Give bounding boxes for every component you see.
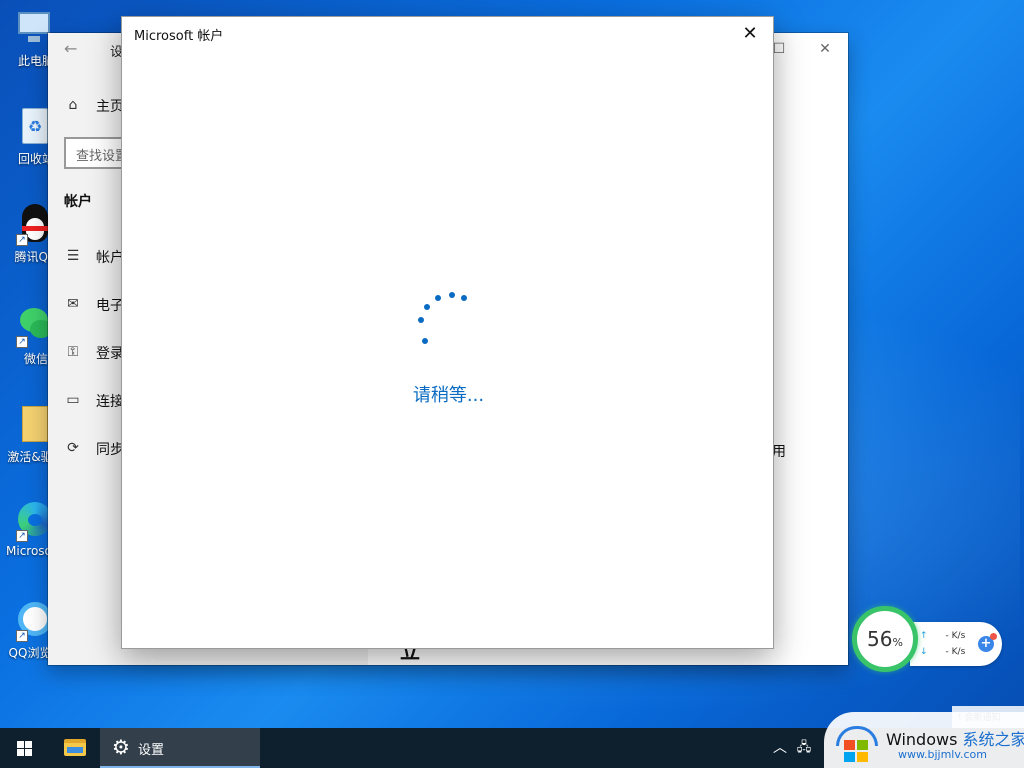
memory-usage-ring: 56%: [852, 606, 918, 672]
watermark-brand-en: Windows: [886, 730, 958, 749]
sync-icon: ⟳: [67, 440, 79, 456]
taskbar-app-label: 设置: [138, 743, 165, 758]
dialog-status-text: 请稍等...: [412, 385, 485, 406]
speed-panel: ↑ - K/s ↓ - K/s +: [910, 622, 1002, 666]
windows-house-logo-icon: [836, 726, 878, 762]
mail-icon: ✉: [67, 296, 79, 312]
start-button[interactable]: [0, 728, 48, 768]
back-arrow-icon[interactable]: ←: [64, 39, 84, 59]
settings-home[interactable]: ⌂ 主页: [64, 94, 124, 118]
watermark-badge: Windows 系统之家 www.bjjmlv.com: [824, 712, 1024, 768]
settings-section-heading: 帐户: [64, 194, 92, 210]
person-list-icon: ☰: [66, 248, 80, 264]
tray-chevron-up-icon[interactable]: ︿: [770, 728, 790, 768]
watermark-url: www.bjjmlv.com: [898, 748, 987, 761]
taskbar-file-explorer[interactable]: [52, 728, 98, 768]
loading-spinner-icon: [410, 287, 474, 351]
dialog-close-button[interactable]: ✕: [733, 21, 767, 47]
briefcase-icon: ▭: [66, 392, 80, 408]
upload-speed: - K/s: [945, 631, 966, 641]
settings-home-label: 主页: [96, 99, 124, 115]
taskbar-settings-app[interactable]: ⚙ 设置: [100, 728, 260, 768]
microsoft-account-dialog: Microsoft 帐户 ✕ 请稍等...: [121, 16, 774, 649]
watermark-brand: Windows 系统之家: [886, 726, 1024, 750]
windows-logo-icon: [17, 741, 32, 756]
watermark-brand-cn: 系统之家: [962, 730, 1024, 749]
usage-percent-unit: %: [892, 636, 903, 649]
home-icon: ⌂: [68, 97, 78, 113]
close-button[interactable]: ✕: [802, 37, 848, 61]
download-speed: - K/s: [945, 647, 966, 657]
upload-arrow-icon: ↑: [920, 631, 928, 641]
gear-icon: ⚙: [112, 735, 130, 759]
folder-icon: [64, 739, 86, 756]
usage-percent: 56: [867, 627, 893, 651]
plus-icon[interactable]: +: [978, 633, 997, 652]
network-speed-widget[interactable]: ↑ - K/s ↓ - K/s + 56%: [852, 606, 1002, 674]
settings-content-fragment: 用: [772, 444, 786, 460]
network-icon[interactable]: 🖧: [794, 728, 814, 768]
key-icon: ⚿: [67, 344, 79, 360]
download-arrow-icon: ↓: [920, 647, 928, 657]
dialog-title: Microsoft 帐户: [134, 29, 224, 44]
